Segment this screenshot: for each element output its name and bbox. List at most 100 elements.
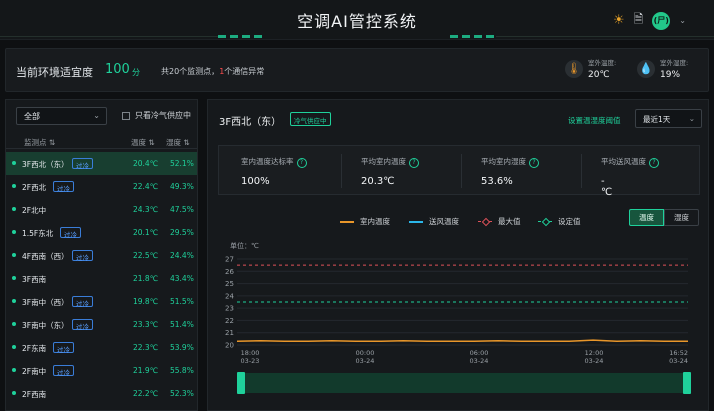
point-name: 2F南中 (22, 367, 47, 376)
point-temp: 22.4℃ (133, 182, 159, 191)
y-tick-label: 26 (225, 268, 234, 276)
overcool-tag: 过冷 (72, 319, 93, 331)
x-tick-label: 03-24 (585, 357, 604, 365)
help-icon: ? (296, 158, 307, 168)
y-tick-label: 20 (225, 342, 234, 350)
y-tick-label: 24 (225, 292, 234, 300)
header-divider-right (496, 36, 714, 37)
column-temp[interactable]: 温度 ⇅ (131, 137, 155, 148)
chevron-down-icon[interactable]: ⌄ (679, 16, 686, 25)
point-humid: 24.4% (170, 251, 194, 260)
status-dot (12, 230, 16, 234)
help-icon: ? (529, 158, 539, 168)
overcool-tag: 过冷 (53, 365, 74, 377)
status-dot (12, 299, 16, 303)
x-tick-label: 06:00 (470, 349, 489, 357)
avatar[interactable]: (尸) (652, 11, 671, 30)
help-icon: ? (409, 158, 419, 168)
point-temp: 19.8℃ (133, 297, 159, 306)
monitor-point-panel: 全部 ⌄ 只看冷气供应中 监测点 ⇅ 温度 ⇅ 湿度 ⇅ 3F西北（东） 过冷 20.… (5, 99, 198, 411)
sun-icon[interactable]: ☀ (613, 13, 625, 28)
overcool-tag: 过冷 (53, 342, 74, 354)
list-item[interactable]: 3F西北（东） 过冷 20.4℃ 52.1% (6, 152, 197, 175)
comfort-score: 100 (105, 62, 130, 77)
checkbox-box[interactable] (122, 111, 130, 120)
point-name: 3F南中（东） (22, 321, 69, 330)
point-temp: 21.8℃ (133, 274, 159, 283)
legend-max[interactable]: 最大值 (478, 216, 521, 227)
time-range-slider[interactable] (237, 372, 691, 394)
slider-handle-right (683, 372, 691, 394)
area-select[interactable]: 全部 ⌄ (16, 107, 107, 125)
status-dot (12, 322, 16, 326)
document-settings-icon[interactable]: 🗎 (634, 10, 644, 31)
legend-indoor[interactable]: 室内温度 (340, 216, 390, 227)
point-temp: 24.3℃ (133, 205, 159, 214)
outdoor-temperature: 🌡 室外温度: 20℃ (565, 57, 616, 80)
slider-handle-left (237, 372, 245, 394)
x-tick-label: 18:00 (241, 349, 260, 357)
time-range-select[interactable]: 最近1天 ⌄ (635, 109, 702, 128)
y-tick-label: 27 (225, 256, 234, 264)
status-dot (12, 207, 16, 211)
overcool-tag: 过冷 (60, 227, 81, 239)
list-item[interactable]: 1.5F东北 过冷 20.1℃ 29.5% (6, 221, 197, 244)
list-item[interactable]: 2F西南 22.2℃ 52.3% (6, 382, 197, 405)
point-temp: 21.9℃ (133, 366, 159, 375)
temperature-chart: 2021222324252627 单位：℃ 18:0003-2300:0003-… (225, 241, 691, 394)
point-temp: 22.2℃ (133, 389, 159, 398)
point-name: 3F南中（西） (22, 298, 69, 307)
list-item[interactable]: 3F南中（西） 过冷 19.8℃ 51.5% (6, 290, 197, 313)
list-item[interactable]: 2F东南 过冷 22.3℃ 53.9% (6, 336, 197, 359)
outdoor-humidity: 💧 室外湿度: 19% (637, 57, 688, 80)
tab-temperature[interactable]: 温度 (629, 209, 664, 226)
point-humid: 43.4% (170, 274, 194, 283)
point-humid: 51.4% (170, 320, 194, 329)
list-item[interactable]: 4F西南（西） 过冷 22.5℃ 24.4% (6, 244, 197, 267)
point-humid: 53.9% (170, 343, 194, 352)
x-tick-label: 03-23 (241, 357, 260, 365)
chevron-down-icon: ⌄ (688, 114, 695, 123)
cooling-only-checkbox[interactable]: 只看冷气供应中 (122, 110, 191, 121)
header-decoration-left (218, 35, 264, 38)
monitor-summary: 共20个监测点，1个通信异常 (161, 67, 265, 76)
comfort-label: 当前环境适宜度 (16, 66, 93, 79)
threshold-link[interactable]: 设置温湿度阈值 (568, 115, 621, 126)
header-decoration-right (450, 35, 496, 38)
overcool-tag: 过冷 (72, 296, 93, 308)
point-humid: 49.3% (170, 182, 194, 191)
y-tick-label: 21 (225, 329, 234, 337)
comfort-summary: 当前环境适宜度 100 分 共20个监测点，1个通信异常 🌡 室外温度: 20℃ … (5, 48, 709, 92)
table-header: 监测点 ⇅ 温度 ⇅ 湿度 ⇅ (6, 133, 197, 149)
status-badge: 冷气供应中 (290, 112, 331, 126)
point-name: 3F西南 (22, 275, 47, 284)
point-name: 2F西南 (22, 390, 47, 399)
x-tick-label: 00:00 (356, 349, 375, 357)
stats-panel: 室内温度达标率? 100% 平均室内温度? 20.3℃ 平均室内湿度? 53.6% 平… (218, 145, 700, 198)
thermometer-icon: 🌡 (565, 59, 583, 78)
legend-setpoint[interactable]: 设定值 (538, 216, 581, 227)
y-tick-label: 23 (225, 305, 234, 313)
list-item[interactable]: 2F西北 过冷 22.4℃ 49.3% (6, 175, 197, 198)
point-temp: 20.1℃ (133, 228, 159, 237)
metric-toggle: 温度 湿度 (629, 209, 699, 226)
list-item[interactable]: 3F南中（东） 过冷 23.3℃ 51.4% (6, 313, 197, 336)
legend-supply[interactable]: 送风温度 (409, 216, 459, 227)
status-dot (12, 368, 16, 372)
list-item[interactable]: 3F西南 21.8℃ 43.4% (6, 267, 197, 290)
detail-panel: 3F西北（东） 冷气供应中 设置温湿度阈值 最近1天 ⌄ 室内温度达标率? 100%… (207, 99, 709, 411)
comfort-unit: 分 (132, 68, 140, 77)
point-temp: 22.3℃ (133, 343, 159, 352)
list-item[interactable]: 2F南中 过冷 21.9℃ 55.8% (6, 359, 197, 382)
status-dot (12, 276, 16, 280)
column-humid[interactable]: 湿度 ⇅ (166, 137, 190, 148)
overcool-tag: 过冷 (72, 250, 93, 262)
indoor-temp-series (236, 339, 688, 343)
list-item[interactable]: 2F北中 24.3℃ 47.5% (6, 198, 197, 221)
point-name: 4F西南（西） (22, 252, 69, 261)
x-tick-label: 03-24 (669, 357, 688, 365)
tab-humidity[interactable]: 湿度 (664, 209, 699, 226)
overcool-tag: 过冷 (72, 158, 93, 170)
point-humid: 52.1% (170, 159, 194, 168)
column-name[interactable]: 监测点 ⇅ (24, 137, 55, 148)
